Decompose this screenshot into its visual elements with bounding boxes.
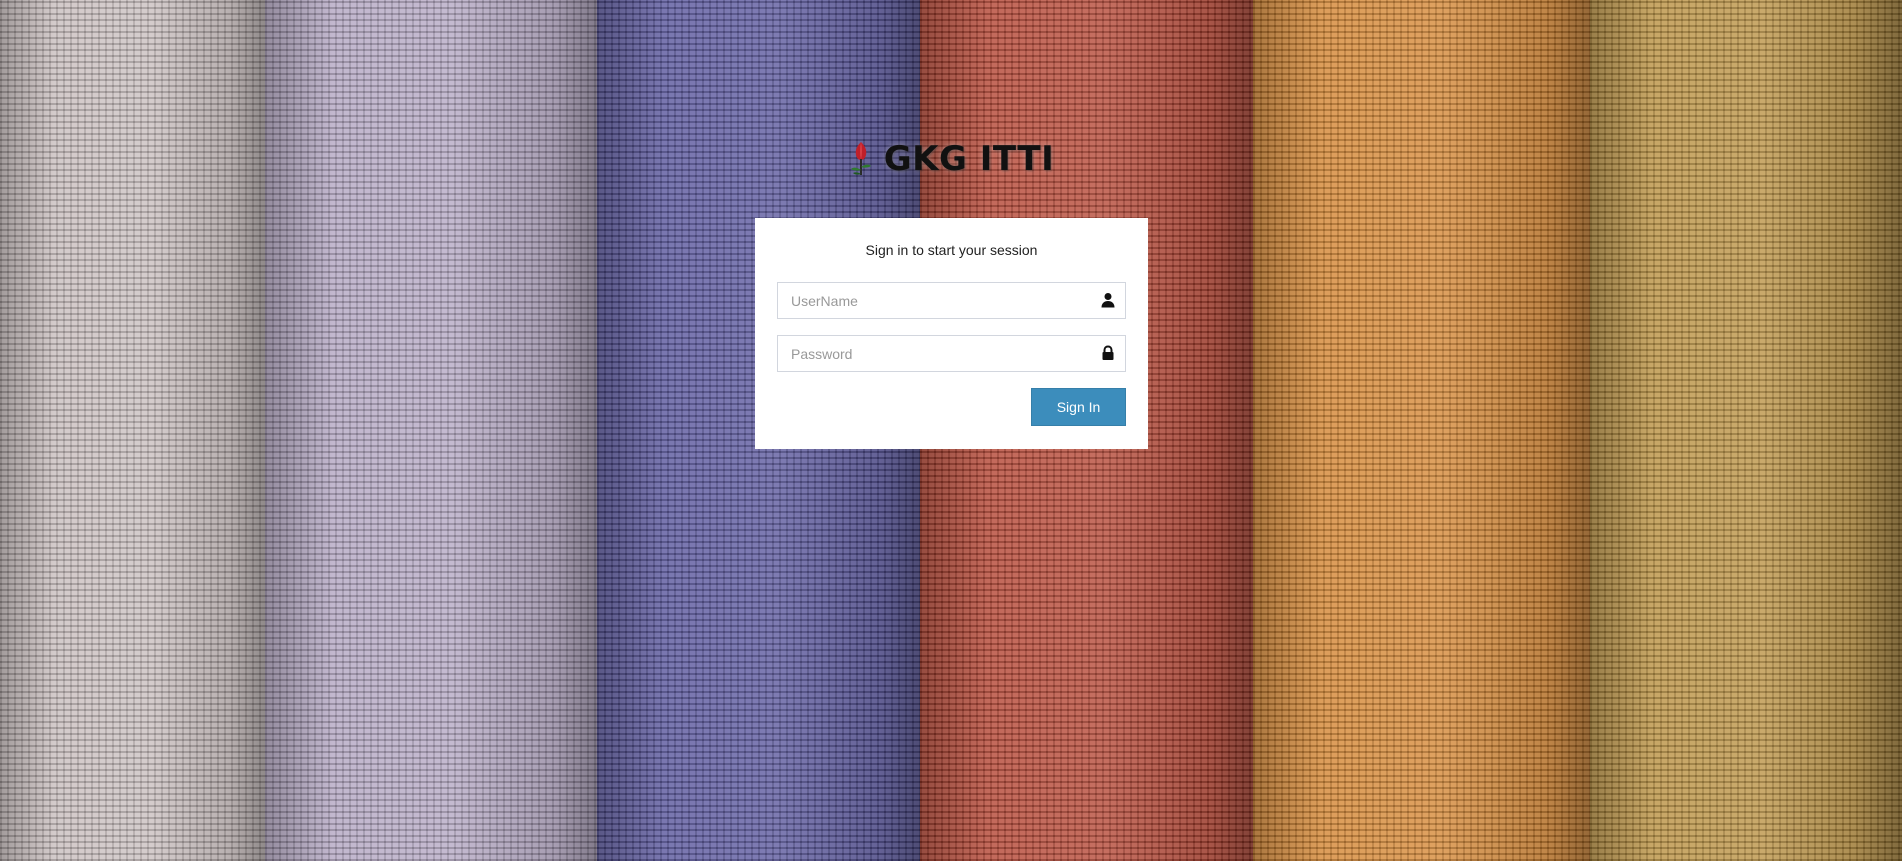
sign-in-button[interactable]: Sign In [1031, 388, 1126, 426]
username-input[interactable] [777, 282, 1126, 319]
login-card: Sign in to start your session Sign In [755, 218, 1148, 449]
tulip-logo-icon [848, 140, 874, 178]
fabric-stripe-lilac [265, 0, 605, 861]
lock-icon [1100, 345, 1116, 361]
fabric-stripe-orange [1253, 0, 1598, 861]
fabric-stripe-beige [0, 0, 272, 861]
fabric-stripe-gold [1590, 0, 1902, 861]
login-box-message: Sign in to start your session [865, 242, 1038, 258]
brand-name: GKG ITTI [883, 139, 1055, 179]
user-icon [1100, 292, 1116, 308]
login-actions: Sign In [777, 388, 1126, 426]
password-input[interactable] [777, 335, 1126, 372]
brand-header: GKG ITTI [0, 139, 1902, 185]
username-field-group [777, 282, 1126, 319]
password-field-group [777, 335, 1126, 372]
